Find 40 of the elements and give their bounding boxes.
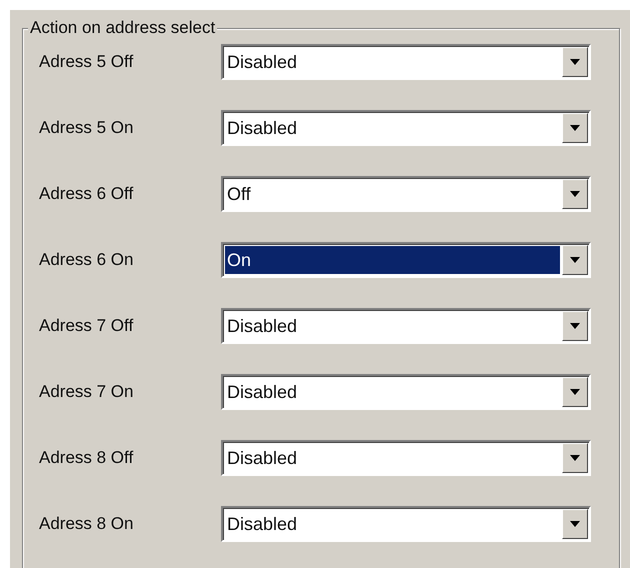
dropdown[interactable]: On <box>221 242 591 278</box>
field-label: Adress 5 Off <box>39 51 134 74</box>
field-label: Adress 8 On <box>39 513 134 536</box>
dropdown-value: Disabled <box>226 380 298 404</box>
dropdown[interactable]: Disabled <box>221 374 591 410</box>
field-label: Adress 6 Off <box>39 183 134 206</box>
field-label: Adress 7 Off <box>39 315 134 338</box>
dropdown-value: Disabled <box>226 314 298 338</box>
caret-icon <box>570 191 580 197</box>
caret-icon <box>570 455 580 461</box>
caret-icon <box>570 323 580 329</box>
dropdown-arrow-button[interactable] <box>562 47 588 77</box>
dropdown[interactable]: Disabled <box>221 308 591 344</box>
dropdown-value: Off <box>226 182 252 206</box>
caret-icon <box>570 257 580 263</box>
caret-icon <box>570 59 580 65</box>
dropdown-value: Disabled <box>226 50 298 74</box>
dropdown[interactable]: Disabled <box>221 110 591 146</box>
dropdown-arrow-button[interactable] <box>562 377 588 407</box>
dropdown[interactable]: Disabled <box>221 506 591 542</box>
dropdown-arrow-button[interactable] <box>562 311 588 341</box>
field-label: Adress 6 On <box>39 249 134 272</box>
caret-icon <box>570 389 580 395</box>
caret-icon <box>570 125 580 131</box>
field-label: Adress 8 Off <box>39 447 134 470</box>
dropdown-arrow-button[interactable] <box>562 443 588 473</box>
dropdown-arrow-button[interactable] <box>562 179 588 209</box>
dropdown[interactable]: Disabled <box>221 440 591 476</box>
dropdown[interactable]: Disabled <box>221 44 591 80</box>
field-label: Adress 7 On <box>39 381 134 404</box>
dropdown-value: Disabled <box>226 116 298 140</box>
dropdown-arrow-button[interactable] <box>562 509 588 539</box>
caret-icon <box>570 521 580 527</box>
dropdown-value: Disabled <box>226 512 298 536</box>
dropdown-arrow-button[interactable] <box>562 245 588 275</box>
dropdown-value: On <box>225 246 560 274</box>
dropdown[interactable]: Off <box>221 176 591 212</box>
dropdown-value: Disabled <box>226 446 298 470</box>
field-label: Adress 5 On <box>39 117 134 140</box>
dropdown-arrow-button[interactable] <box>562 113 588 143</box>
